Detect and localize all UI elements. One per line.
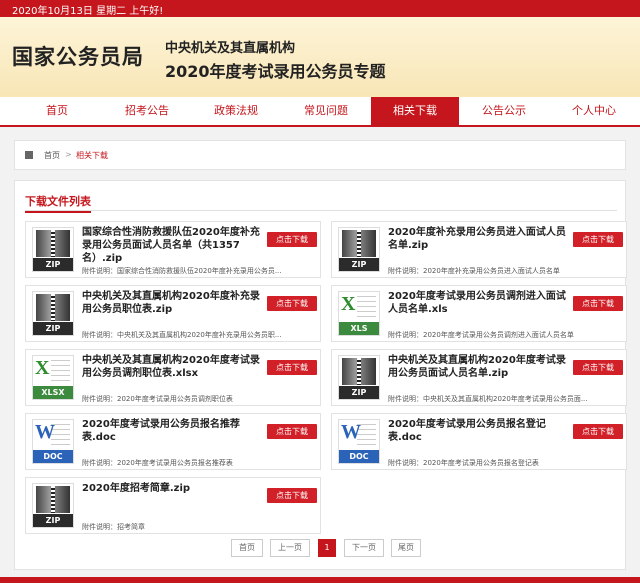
file-card: ZIP 国家综合性消防救援队伍2020年度补充录用公务员面试人员名单（共1357名…	[25, 221, 321, 278]
download-button[interactable]: 点击下载	[573, 360, 623, 375]
footer-bar	[0, 577, 640, 583]
zip-file-icon: ZIP	[32, 227, 74, 272]
download-button[interactable]: 点击下载	[573, 296, 623, 311]
file-type-label: DOC	[33, 450, 73, 463]
site-logo[interactable]: 国家公务员局	[12, 41, 144, 71]
file-card: W DOC 2020年度考试录用公务员报名推荐表.doc 附件说明：2020年度考试录…	[25, 413, 321, 470]
doc-file-icon: W DOC	[32, 419, 74, 464]
file-title[interactable]: 中央机关及其直属机构2020年度补充录用公务员职位表.zip	[82, 290, 262, 316]
header-subtitle-1: 中央机关及其直属机构	[165, 41, 296, 56]
file-type-label: ZIP	[33, 514, 73, 527]
zip-file-icon: ZIP	[338, 355, 380, 400]
xls-file-icon: X XLS	[338, 291, 380, 336]
file-title[interactable]: 2020年度考试录用公务员报名推荐表.doc	[82, 418, 262, 444]
download-button[interactable]: 点击下载	[573, 232, 623, 247]
file-type-label: XLS	[339, 322, 379, 335]
file-card: ZIP 中央机关及其直属机构2020年度考试录用公务员面试人员名单.zip 附件说明…	[331, 349, 627, 406]
date-text: 2020年10月13日 星期二 上午好!	[12, 6, 164, 17]
breadcrumb: 首页 > 相关下载	[14, 140, 626, 170]
header-subtitle-2: 2020年度考试录用公务员专题	[165, 62, 386, 81]
site-header: 国家公务员局 中央机关及其直属机构 2020年度考试录用公务员专题	[0, 17, 640, 97]
file-title[interactable]: 中央机关及其直属机构2020年度考试录用公务员调剂职位表.xlsx	[82, 354, 262, 380]
top-date-bar: 2020年10月13日 星期二 上午好!	[0, 0, 640, 17]
download-button[interactable]: 点击下载	[267, 296, 317, 311]
download-button[interactable]: 点击下载	[267, 232, 317, 247]
file-card: ZIP 中央机关及其直属机构2020年度补充录用公务员职位表.zip 附件说明：中央…	[25, 285, 321, 342]
file-title[interactable]: 国家综合性消防救援队伍2020年度补充录用公务员面试人员名单（共1357名）.z…	[82, 226, 262, 265]
file-type-label: ZIP	[33, 258, 73, 271]
nav-faq[interactable]: 常见问题	[286, 97, 366, 125]
file-card: ZIP 2020年度招考简章.zip 附件说明：招考简章 点击下载	[25, 477, 321, 534]
download-list-panel: 下载文件列表 ZIP 国家综合性消防救援队伍2020年度补充录用公务员面试人员名单…	[14, 180, 627, 570]
file-card: X XLSX 中央机关及其直属机构2020年度考试录用公务员调剂职位表.xlsx 附件…	[25, 349, 321, 406]
file-card: X XLS 2020年度考试录用公务员调剂进入面试人员名单.xls 附件说明：2020…	[331, 285, 627, 342]
file-title[interactable]: 2020年度考试录用公务员报名登记表.doc	[388, 418, 568, 444]
pager-first[interactable]: 首页	[231, 539, 263, 557]
file-description: 附件说明：2020年度考试录用公务员报名推荐表	[82, 459, 233, 467]
zip-file-icon: ZIP	[32, 483, 74, 528]
file-description: 附件说明：2020年度补充录用公务员进入面试人员名单	[388, 267, 560, 275]
file-title[interactable]: 2020年度补充录用公务员进入面试人员名单.zip	[388, 226, 568, 252]
file-type-label: ZIP	[33, 322, 73, 335]
file-title[interactable]: 2020年度考试录用公务员调剂进入面试人员名单.xls	[388, 290, 568, 316]
breadcrumb-separator: >	[65, 150, 72, 159]
nav-policies[interactable]: 政策法规	[196, 97, 276, 125]
file-description: 附件说明：国家综合性消防救援队伍2020年度补充录用公务员...	[82, 267, 282, 275]
file-description: 附件说明：招考简章	[82, 523, 145, 531]
download-button[interactable]: 点击下载	[267, 488, 317, 503]
pager-last[interactable]: 尾页	[391, 539, 421, 557]
nav-announcements[interactable]: 公告公示	[464, 97, 544, 125]
file-title[interactable]: 中央机关及其直属机构2020年度考试录用公务员面试人员名单.zip	[388, 354, 568, 380]
breadcrumb-current[interactable]: 相关下载	[76, 150, 108, 161]
breadcrumb-home[interactable]: 首页	[44, 150, 60, 161]
zip-file-icon: ZIP	[338, 227, 380, 272]
nav-recruitment-notice[interactable]: 招考公告	[107, 97, 187, 125]
section-divider	[25, 210, 617, 211]
file-type-label: ZIP	[339, 258, 379, 271]
file-type-label: XLSX	[33, 386, 73, 399]
main-nav: 首页 招考公告 政策法规 常见问题 相关下载 公告公示 个人中心	[0, 97, 640, 127]
file-description: 附件说明：中央机关及其直属机构2020年度补充录用公务员职...	[82, 331, 282, 339]
file-title[interactable]: 2020年度招考简章.zip	[82, 482, 262, 495]
file-description: 附件说明：中央机关及其直属机构2020年度考试录用公务员面...	[388, 395, 588, 403]
file-card: ZIP 2020年度补充录用公务员进入面试人员名单.zip 附件说明：2020年度补…	[331, 221, 627, 278]
file-type-label: ZIP	[339, 386, 379, 399]
file-description: 附件说明：2020年度考试录用公务员报名登记表	[388, 459, 539, 467]
file-type-label: DOC	[339, 450, 379, 463]
nav-home[interactable]: 首页	[17, 97, 97, 125]
file-card: W DOC 2020年度考试录用公务员报名登记表.doc 附件说明：2020年度考试录…	[331, 413, 627, 470]
file-description: 附件说明：2020年度考试录用公务员调剂进入面试人员名单	[388, 331, 574, 339]
pager-current[interactable]: 1	[318, 539, 336, 557]
home-icon	[25, 151, 33, 159]
pager-prev[interactable]: 上一页	[270, 539, 310, 557]
download-button[interactable]: 点击下载	[267, 360, 317, 375]
xls-file-icon: X XLSX	[32, 355, 74, 400]
nav-downloads[interactable]: 相关下载	[371, 97, 459, 125]
file-description: 附件说明：2020年度考试录用公务员调剂职位表	[82, 395, 233, 403]
download-button[interactable]: 点击下载	[267, 424, 317, 439]
zip-file-icon: ZIP	[32, 291, 74, 336]
nav-personal-center[interactable]: 个人中心	[554, 97, 634, 125]
doc-file-icon: W DOC	[338, 419, 380, 464]
download-button[interactable]: 点击下载	[573, 424, 623, 439]
pager-next[interactable]: 下一页	[344, 539, 384, 557]
